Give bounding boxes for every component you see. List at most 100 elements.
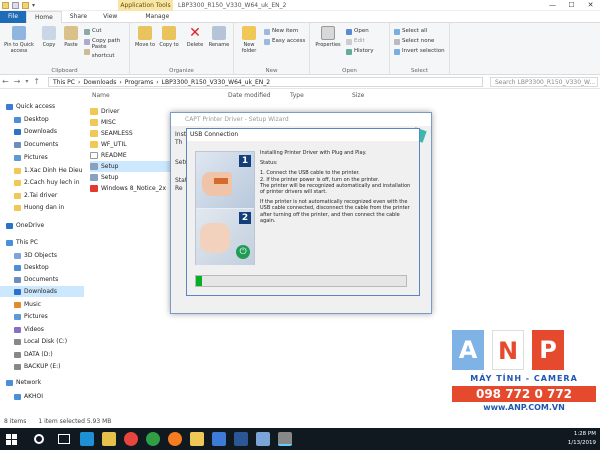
sidebar-item[interactable]: Quick access bbox=[0, 101, 84, 112]
easy-access-button[interactable]: Easy access bbox=[264, 37, 305, 46]
column-header-name[interactable]: Name bbox=[92, 92, 110, 99]
select-none-button[interactable]: Select none bbox=[394, 37, 434, 46]
folder-icon[interactable] bbox=[2, 2, 9, 9]
rename-button[interactable]: Rename bbox=[208, 26, 230, 48]
chevron-right-icon: › bbox=[156, 79, 159, 86]
minimize-button[interactable]: — bbox=[543, 0, 562, 11]
sidebar-item[interactable]: Documents bbox=[0, 139, 84, 150]
move-to-button[interactable]: Move to bbox=[134, 26, 156, 48]
sidebar-item-label: This PC bbox=[16, 239, 38, 246]
sidebar-item[interactable]: 2.Tai driver bbox=[0, 190, 84, 201]
text-file-icon bbox=[90, 152, 98, 159]
new-folder-icon[interactable] bbox=[22, 2, 29, 9]
new-item-button[interactable]: New item bbox=[264, 27, 298, 36]
address-bar[interactable]: This PC › Downloads › Programs › LBP3300_R1… bbox=[48, 77, 483, 87]
search-box[interactable]: Search LBP3300_R150_V330_W... bbox=[490, 77, 598, 87]
sidebar-item[interactable]: Documents bbox=[0, 274, 84, 285]
new-folder-button[interactable]: New folder bbox=[238, 26, 260, 54]
folder-icon bbox=[90, 130, 98, 137]
search-input[interactable]: Search LBP3300_R150_V330_W... bbox=[495, 79, 595, 86]
properties-icon[interactable] bbox=[12, 2, 19, 9]
sidebar-item[interactable]: Pictures bbox=[0, 311, 84, 322]
sidebar-item[interactable]: 3D Objects bbox=[0, 250, 84, 261]
sidebar-item[interactable]: BACKUP (E:) bbox=[0, 361, 84, 372]
cut-button[interactable]: Cut bbox=[84, 27, 101, 36]
usb-connection-dialog: USB Connection 1 2 ⏻ Installing Printer … bbox=[186, 128, 420, 296]
explorer-icon[interactable] bbox=[190, 432, 204, 446]
explorer-icon[interactable] bbox=[102, 432, 116, 446]
pin-quick-access-button[interactable]: Pin to Quick access bbox=[2, 26, 36, 54]
edge-icon[interactable] bbox=[80, 432, 94, 446]
tab-home[interactable]: Home bbox=[26, 11, 62, 23]
back-arrow-icon[interactable]: ← bbox=[2, 77, 9, 87]
paste-button[interactable]: Paste bbox=[60, 26, 82, 48]
maximize-button[interactable]: ☐ bbox=[562, 0, 581, 11]
copy-to-button[interactable]: Copy to bbox=[158, 26, 180, 48]
invert-selection-label: Invert selection bbox=[402, 48, 445, 54]
breadcrumb-this-pc[interactable]: This PC bbox=[53, 78, 75, 86]
invert-selection-button[interactable]: Invert selection bbox=[394, 47, 445, 56]
close-button[interactable]: ✕ bbox=[581, 0, 600, 11]
column-header-type[interactable]: Type bbox=[290, 92, 304, 99]
open-button[interactable]: Open bbox=[346, 27, 369, 36]
sidebar-item[interactable]: DATA (D:) bbox=[0, 349, 84, 360]
music-icon bbox=[14, 301, 21, 308]
navigation-bar: ← → ▾ ↑ This PC › Downloads › Programs › LB… bbox=[0, 75, 600, 89]
history-button[interactable]: History bbox=[346, 47, 374, 56]
sidebar-item[interactable]: Network bbox=[0, 377, 84, 388]
search-icon[interactable] bbox=[34, 434, 44, 444]
paste-shortcut-button[interactable]: Paste shortcut bbox=[84, 44, 129, 59]
sidebar-item[interactable]: Local Disk (C:) bbox=[0, 336, 84, 347]
power-on-illustration: 2 ⏻ bbox=[196, 209, 254, 265]
copy-button[interactable]: Copy bbox=[38, 26, 60, 48]
selection-info: 1 item selected 5.93 MB bbox=[38, 418, 112, 425]
mail-icon[interactable] bbox=[212, 432, 226, 446]
tab-manage[interactable]: Manage bbox=[137, 11, 177, 23]
sidebar-item[interactable]: OneDrive bbox=[0, 220, 84, 231]
edit-button[interactable]: Edit bbox=[346, 37, 365, 46]
firefox-icon[interactable] bbox=[168, 432, 182, 446]
sidebar-item[interactable]: Pictures bbox=[0, 152, 84, 163]
sidebar-item[interactable]: Desktop bbox=[0, 114, 84, 125]
column-header-size[interactable]: Size bbox=[352, 92, 364, 99]
column-header-date[interactable]: Date modified bbox=[228, 92, 271, 99]
tab-view[interactable]: View bbox=[95, 11, 125, 23]
printer-setup-icon[interactable] bbox=[278, 432, 292, 446]
tab-file[interactable]: File bbox=[0, 11, 27, 23]
sidebar-item[interactable]: 1.Xac Dinh He Dieu bbox=[0, 165, 84, 176]
open-label: Open bbox=[354, 28, 369, 34]
delete-button[interactable]: ✕ Delete bbox=[184, 26, 206, 48]
task-view-icon[interactable] bbox=[58, 434, 70, 444]
chevron-down-icon[interactable]: ▾ bbox=[32, 2, 35, 9]
forward-arrow-icon[interactable]: → bbox=[14, 77, 21, 87]
sidebar-item[interactable]: Desktop bbox=[0, 262, 84, 273]
chrome-icon[interactable] bbox=[124, 432, 138, 446]
word-icon[interactable] bbox=[234, 432, 248, 446]
sidebar-item[interactable]: Videos bbox=[0, 324, 84, 335]
breadcrumb-current-folder[interactable]: LBP3300_R150_V330_W64_uk_EN_2 bbox=[162, 78, 270, 86]
sidebar-item[interactable]: Downloads bbox=[0, 286, 84, 297]
properties-button[interactable]: Properties bbox=[314, 26, 342, 48]
chevron-down-icon[interactable]: ▾ bbox=[25, 77, 28, 87]
start-button[interactable] bbox=[0, 428, 22, 450]
system-clock[interactable]: 1:28 PM 1/13/2019 bbox=[536, 430, 596, 448]
sidebar-item-label: 2.Tai driver bbox=[24, 192, 58, 199]
select-none-icon bbox=[394, 38, 400, 45]
network-icon bbox=[6, 379, 13, 386]
snipping-icon[interactable] bbox=[256, 432, 270, 446]
breadcrumb-programs[interactable]: Programs bbox=[125, 78, 153, 86]
up-arrow-icon[interactable]: ↑ bbox=[33, 77, 40, 87]
select-all-button[interactable]: Select all bbox=[394, 27, 427, 36]
sidebar-item[interactable]: AKHOI bbox=[0, 391, 84, 402]
sidebar-item[interactable]: Downloads bbox=[0, 126, 84, 137]
select-all-icon bbox=[394, 28, 400, 35]
sidebar-item[interactable]: This PC bbox=[0, 237, 84, 248]
sidebar-item[interactable]: 2.Cach huy lech in bbox=[0, 177, 84, 188]
chevron-right-icon: › bbox=[77, 79, 81, 86]
sidebar-item[interactable]: Huong dan in bbox=[0, 202, 84, 213]
breadcrumb-downloads[interactable]: Downloads bbox=[83, 78, 116, 86]
tab-share[interactable]: Share bbox=[62, 11, 95, 23]
coccoc-icon[interactable] bbox=[146, 432, 160, 446]
sidebar-item[interactable]: Music bbox=[0, 299, 84, 310]
context-tab-application-tools[interactable]: Application Tools bbox=[118, 0, 173, 11]
